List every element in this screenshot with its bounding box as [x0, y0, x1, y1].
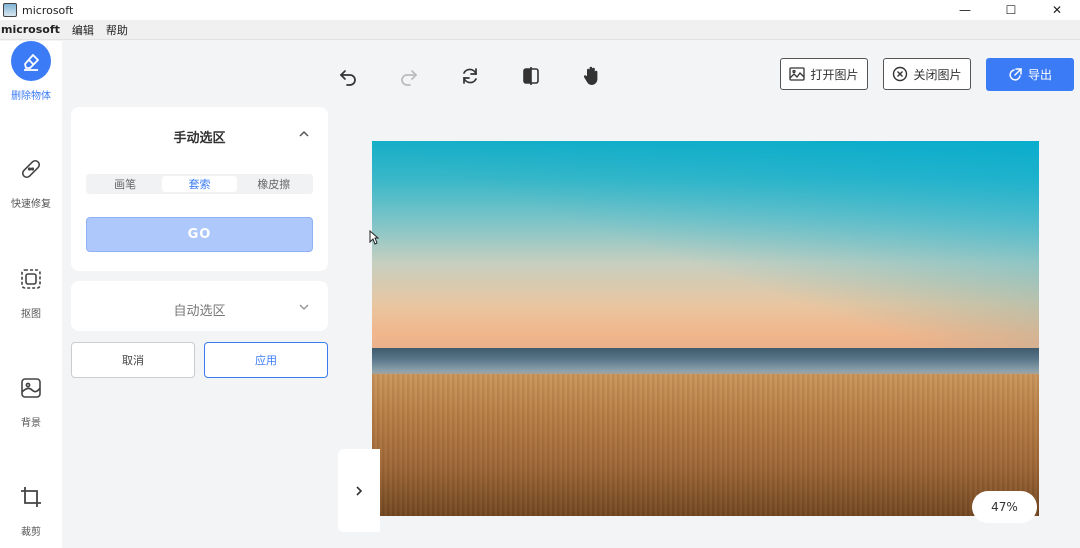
compare-icon[interactable] [519, 64, 543, 88]
close-image-label: 关闭图片 [913, 67, 962, 82]
left-sidebar: 删除物体 快速修复 抠图 背景 裁剪 [0, 41, 62, 548]
sidebar-item-background[interactable]: 背景 [0, 368, 62, 429]
sidebar-item-remove-object[interactable]: 删除物体 [0, 41, 62, 102]
open-image-button[interactable]: 打开图片 [780, 58, 868, 90]
chevron-down-icon[interactable] [298, 301, 310, 313]
menu-help[interactable]: 帮助 [106, 22, 128, 38]
export-icon [1009, 67, 1022, 81]
chevron-up-icon[interactable] [298, 128, 310, 140]
menu-edit[interactable]: 编辑 [72, 22, 94, 38]
canvas-image[interactable] [372, 141, 1039, 516]
close-image-button[interactable]: 关闭图片 [883, 58, 971, 90]
crop-icon [11, 477, 51, 517]
image-icon [789, 67, 806, 81]
cutout-icon [11, 259, 51, 299]
bandage-icon [11, 149, 51, 189]
undo-icon[interactable] [336, 64, 360, 88]
mode-brush[interactable]: 画笔 [88, 176, 162, 192]
sidebar-label: 背景 [21, 418, 41, 429]
mode-lasso[interactable]: 套索 [162, 176, 237, 192]
sidebar-label: 裁剪 [21, 527, 41, 538]
go-button[interactable]: GO [86, 217, 313, 252]
sidebar-label: 删除物体 [11, 91, 51, 102]
open-image-label: 打开图片 [810, 67, 859, 82]
apply-button[interactable]: 应用 [204, 342, 328, 378]
close-circle-icon [893, 66, 908, 82]
background-icon [11, 368, 51, 408]
sidebar-label: 快速修复 [11, 199, 51, 210]
menu-app[interactable]: microsoft [1, 23, 60, 36]
mouse-cursor-icon [369, 229, 380, 248]
title-bar: microsoft — ☐ ✕ [0, 0, 1080, 20]
image-field [372, 374, 1039, 516]
app-icon [3, 3, 17, 17]
zoom-level[interactable]: 47% [972, 491, 1037, 523]
cancel-button[interactable]: 取消 [71, 342, 195, 378]
sidebar-item-crop[interactable]: 裁剪 [0, 477, 62, 538]
manual-panel-title: 手动选区 [173, 131, 226, 146]
auto-panel-title: 自动选区 [173, 304, 226, 319]
export-button[interactable]: 导出 [986, 58, 1074, 91]
window-title: microsoft [22, 3, 74, 17]
sidebar-label: 抠图 [21, 309, 41, 320]
mode-eraser[interactable]: 橡皮擦 [237, 176, 311, 192]
minimize-button[interactable]: — [942, 0, 988, 20]
sidebar-item-cutout[interactable]: 抠图 [0, 259, 62, 320]
window-controls: — ☐ ✕ [942, 0, 1080, 20]
auto-selection-panel[interactable]: 自动选区 [71, 281, 328, 331]
menu-bar: microsoft 编辑 帮助 [0, 20, 1080, 40]
image-sky-rays [372, 141, 1039, 351]
close-window-button[interactable]: ✕ [1034, 0, 1080, 20]
image-sea [372, 348, 1039, 376]
export-label: 导出 [1027, 68, 1052, 82]
manual-selection-panel: 手动选区 画笔 套索 橡皮擦 GO [71, 107, 328, 271]
hand-icon[interactable] [580, 64, 604, 88]
redo-icon[interactable] [397, 64, 421, 88]
expand-panel-button[interactable] [338, 449, 380, 532]
selection-mode-segmented: 画笔 套索 橡皮擦 [86, 174, 313, 194]
chevron-right-icon [356, 485, 363, 496]
refresh-icon[interactable] [458, 64, 482, 88]
sidebar-item-quick-fix[interactable]: 快速修复 [0, 149, 62, 210]
maximize-button[interactable]: ☐ [988, 0, 1034, 20]
eraser-icon [11, 41, 51, 81]
